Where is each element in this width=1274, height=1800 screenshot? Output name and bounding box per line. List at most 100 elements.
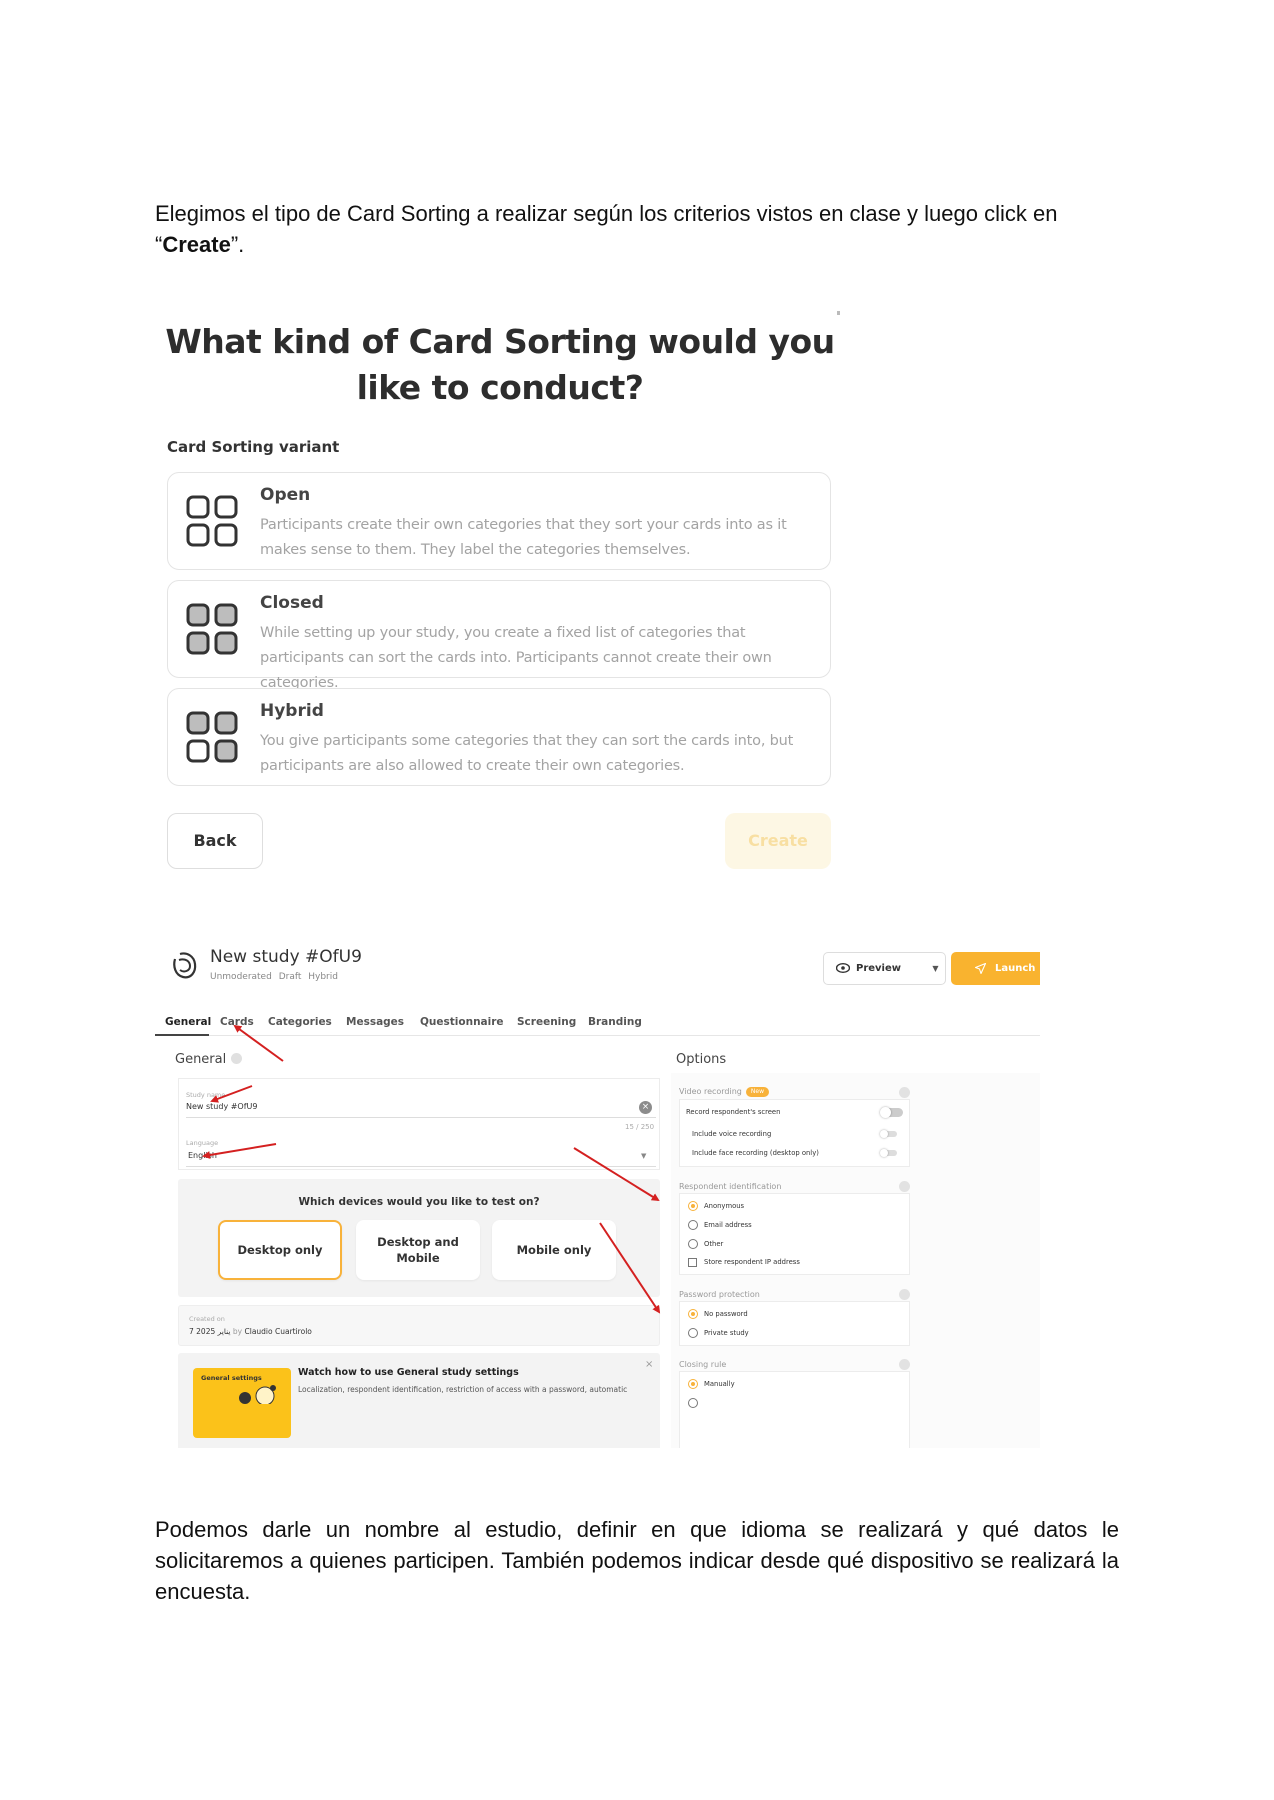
grid-outline-icon [186,495,238,547]
face-recording-label: Include face recording (desktop only) [692,1149,819,1157]
tab-general[interactable]: General [165,1016,211,1028]
tab-categories[interactable]: Categories [268,1016,332,1028]
close-icon[interactable]: × [645,1359,653,1370]
tab-bar: General Cards Categories Messages Questi… [155,1011,1040,1036]
store-ip-checkbox[interactable] [688,1258,697,1267]
device-option-desktop[interactable]: Desktop only [218,1220,342,1280]
radio-label: Email address [704,1221,752,1229]
meta-item: Hybrid [308,972,338,982]
input-underline [186,1117,656,1118]
closing-rule-heading: Closing rule [679,1360,727,1369]
store-ip-label: Store respondent IP address [704,1258,800,1266]
radio-email[interactable] [688,1220,698,1230]
video-thumb-label: General settings [201,1374,262,1382]
radio-manually[interactable] [688,1379,698,1389]
created-by-word: by [232,1327,243,1336]
created-value: 7 2025 يناير by Claudio Cuartirolo [189,1327,312,1336]
closing-rule-panel: Manually [679,1371,910,1448]
grid-filled-icon [186,603,238,655]
launch-label: Launch [995,963,1036,974]
variant-card-closed[interactable]: Closed While setting up your study, you … [167,580,831,691]
variant-card-hybrid[interactable]: Hybrid You give participants some catego… [167,688,831,786]
help-icon[interactable] [899,1289,910,1300]
help-icon[interactable] [231,1053,243,1064]
created-author: Claudio Cuartirolo [244,1327,312,1336]
variant-heading: What kind of Card Sorting would you like… [155,319,845,411]
tab-messages[interactable]: Messages [346,1016,404,1028]
variant-screenshot: What kind of Card Sorting would you like… [155,305,845,875]
tab-branding[interactable]: Branding [588,1016,642,1028]
help-icon[interactable] [899,1087,910,1098]
devices-question: Which devices would you like to test on? [298,1196,540,1208]
record-screen-toggle[interactable] [880,1107,903,1118]
devices-panel: Which devices would you like to test on?… [178,1179,660,1297]
created-info: Created on 7 2025 يناير by Claudio Cuart… [178,1305,660,1346]
variant-description: You give participants some categories th… [260,733,794,774]
grid-mixed-icon [186,711,238,763]
video-description: Localization, respondent identification,… [298,1385,628,1394]
chevron-down-icon[interactable]: ▼ [641,1152,646,1160]
device-option-desktop-mobile[interactable]: Desktop and Mobile [356,1220,480,1280]
tab-screening[interactable]: Screening [517,1016,576,1028]
select-underline [186,1166,656,1167]
preview-dropdown-button[interactable]: ▼ [926,952,946,985]
intro-text: Elegimos el tipo de Card Sorting a reali… [155,201,1058,257]
radio-private-study[interactable] [688,1328,698,1338]
active-tab-indicator [155,1034,209,1036]
radio-label: No password [704,1310,748,1318]
radio-next[interactable] [688,1398,698,1408]
study-name-input[interactable]: New study #OfU9 [186,1102,257,1111]
variant-description: While setting up your study, you create … [260,625,772,691]
face-recording-toggle[interactable] [880,1149,897,1157]
general-form: Study name New study #OfU9 × 15 / 250 La… [178,1078,660,1170]
variant-card-open[interactable]: Open Participants create their own categ… [167,472,831,570]
outro-paragraph: Podemos darle un nombre al estudio, defi… [155,1517,1119,1604]
radio-label: Private study [704,1329,749,1337]
video-title: Watch how to use General study settings [298,1367,519,1378]
respondent-id-panel: Anonymous Email address Other Store resp… [679,1193,910,1275]
character-counter: 15 / 250 [625,1123,655,1131]
general-heading: General [175,1052,243,1067]
general-heading-text: General [175,1052,227,1067]
created-label: Created on [189,1315,225,1323]
back-button[interactable]: Back [167,813,263,869]
video-recording-heading: Video recording New [679,1087,769,1097]
video-tutorial-card: General settings Watch how to use Genera… [178,1353,660,1448]
variant-title: Hybrid [260,701,324,721]
help-icon[interactable] [899,1181,910,1192]
app-logo-icon [173,952,197,979]
meta-item: Draft [278,972,302,982]
video-recording-panel: Record respondent's screen Include voice… [679,1099,910,1167]
tab-cards[interactable]: Cards [220,1016,254,1028]
radio-anonymous[interactable] [688,1201,698,1211]
study-settings-screenshot: New study #OfU9 Unmoderated Draft Hybrid… [155,935,1040,1448]
send-icon [975,963,986,974]
intro-text-after: ”. [230,232,245,257]
study-title[interactable]: New study #OfU9 [210,947,362,967]
chevron-down-icon: ▼ [932,964,939,973]
radio-other[interactable] [688,1239,698,1249]
tab-questionnaire[interactable]: Questionnaire [420,1016,504,1028]
created-date: 7 2025 يناير [189,1327,231,1336]
preview-label: Preview [856,963,902,974]
variant-description: Participants create their own categories… [260,517,787,558]
intro-paragraph: Elegimos el tipo de Card Sorting a reali… [155,198,1119,260]
preview-button[interactable]: Preview [823,952,927,985]
intro-bold: Create [162,232,231,257]
voice-recording-toggle[interactable] [880,1130,897,1138]
variant-title: Closed [260,593,324,613]
help-icon[interactable] [899,1359,910,1370]
radio-no-password[interactable] [688,1309,698,1319]
illustration-icon [239,1385,276,1404]
meta-item: Unmoderated [210,972,272,982]
language-select[interactable]: English [188,1151,217,1160]
create-button[interactable]: Create [725,813,831,869]
study-name-label: Study name [186,1091,226,1099]
heading-line-1: What kind of Card Sorting would you [165,322,835,361]
video-thumbnail[interactable]: General settings [193,1368,291,1438]
device-option-mobile[interactable]: Mobile only [492,1220,616,1280]
voice-recording-label: Include voice recording [692,1130,772,1138]
clear-icon[interactable]: × [639,1101,652,1114]
launch-button[interactable]: Launch [951,952,1040,985]
eye-icon [836,963,850,973]
